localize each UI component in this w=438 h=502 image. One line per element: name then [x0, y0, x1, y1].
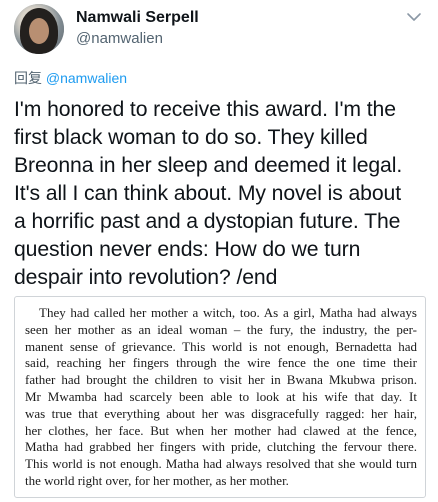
author-handle[interactable]: @namwalien [76, 30, 163, 47]
tweet-text-line: question never ends: How do we turn [14, 238, 361, 261]
excerpt-line: Mr Mwamba had scarcely been able to look… [25, 388, 417, 404]
excerpt-line: the world right over, for her mother, as… [25, 472, 289, 488]
excerpt-line: her clothes, her face. But when her moth… [25, 422, 417, 438]
avatar[interactable] [14, 4, 64, 54]
excerpt-line: This world is not enough. Matha had alwa… [25, 456, 417, 472]
tweet-header: Namwali Serpell @namwalien [0, 0, 438, 64]
tweet-text: I'm honored to receive this award. I'm t… [14, 96, 434, 292]
excerpt-line: was true that everything about her was d… [25, 405, 417, 421]
reply-prefix: 回复 [14, 70, 42, 86]
tweet-text-line: despair into revolution? /end [14, 266, 278, 289]
author-display-name[interactable]: Namwali Serpell [76, 9, 199, 27]
excerpt-line: father had brought the children to visit… [25, 372, 417, 388]
excerpt-line: said, reaching her fingers through the w… [25, 355, 417, 371]
excerpt-line: seen her mother as an ideal woman – the … [25, 321, 417, 337]
tweet-text-line: Breonna in her sleep and deemed it legal… [14, 154, 403, 177]
reply-mention-link[interactable]: @namwalien [46, 70, 127, 86]
excerpt-line: They had called her mother a witch, too.… [39, 305, 417, 320]
reply-context: 回复 @namwalien [14, 68, 127, 88]
excerpt-line: Matha had grabbed her fingers with pride… [25, 439, 417, 455]
tweet-text-line: It's all I can think about. My novel is … [14, 182, 402, 205]
avatar-face [29, 18, 49, 44]
chevron-down-icon [407, 13, 421, 21]
tweet-text-line: a horrific past and a dystopian future. … [14, 210, 401, 233]
excerpt-line: manent sense of grievance. This world is… [25, 338, 417, 354]
attached-image-book-excerpt[interactable]: They had called her mother a witch, too.… [14, 296, 426, 498]
more-options-button[interactable] [404, 10, 424, 26]
tweet-text-line: I'm honored to receive this award. I'm t… [14, 98, 396, 121]
tweet-text-line: first black woman to do so. They killed [14, 126, 368, 149]
excerpt-text: They had called her mother a witch, too.… [25, 305, 417, 490]
